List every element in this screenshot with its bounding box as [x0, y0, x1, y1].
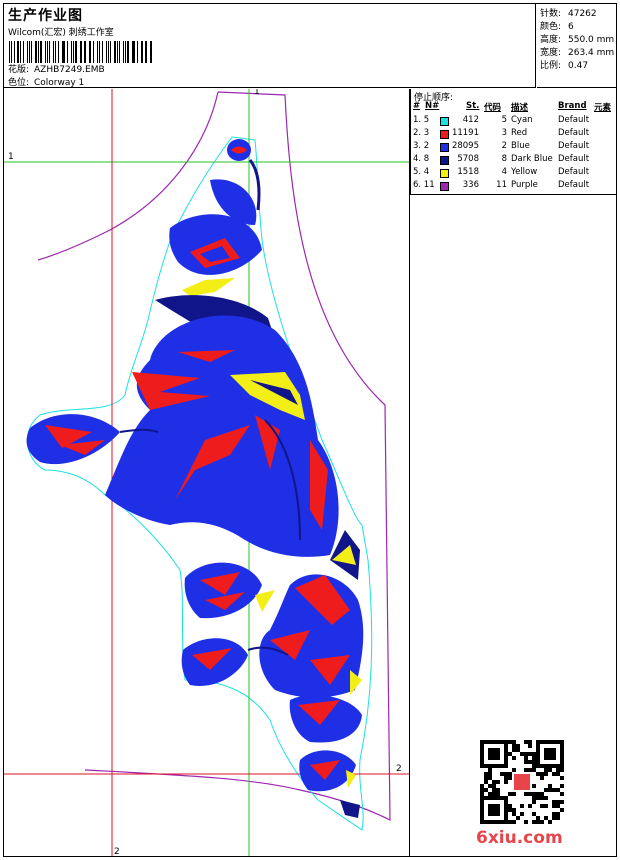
row-index: 5. 4 — [413, 167, 430, 177]
design-preview: 1 1 2 2 — [4, 89, 410, 856]
embroidery-drawing — [4, 89, 409, 856]
color-swatch — [440, 182, 449, 191]
row-index: 4. 8 — [413, 154, 430, 164]
sequence-row: 2. 3 11191 3 Red Default — [411, 128, 618, 141]
color-sequence-table: 停止顺序: # N# St. 代码 描述 Brand 元素 1. 5 412 5 Cy… — [410, 89, 617, 195]
row-code: 3 — [501, 128, 507, 138]
design-label: 花版: — [8, 65, 30, 75]
row-brand: Default — [558, 115, 590, 125]
stat-colors: 颜色: 6 — [540, 22, 574, 32]
row-code: 4 — [501, 167, 507, 177]
row-stitches: 28095 — [451, 141, 479, 151]
sequence-row: 6. 11 336 11 Purple Default — [411, 180, 618, 193]
row-brand: Default — [558, 167, 590, 177]
colorway-row: 色位: Colorway 1 — [8, 75, 84, 88]
page-title: 生产作业图 — [8, 8, 83, 24]
row-index: 3. 2 — [413, 141, 430, 151]
row-code: 8 — [501, 154, 507, 164]
row-stitches: 5708 — [457, 154, 479, 164]
header-info: 生产作业图 Wilcom(汇宏) 刺绣工作室 花版: AZHB7249.EMB 色… — [4, 4, 536, 88]
row-code: 2 — [501, 141, 507, 151]
stat-stitches: 针数: 47262 — [540, 9, 597, 19]
row-brand: Default — [558, 154, 590, 164]
flower-large — [105, 315, 339, 557]
design-file-row: 花版: AZHB7249.EMB — [8, 62, 105, 75]
design-file: AZHB7249.EMB — [34, 65, 105, 75]
guide-label-h1: 1 — [8, 152, 14, 162]
qr-code — [480, 740, 564, 824]
row-description: Purple — [511, 180, 538, 190]
row-description: Dark Blue — [511, 154, 553, 164]
colorway-name: Colorway 1 — [34, 78, 85, 88]
row-description: Cyan — [511, 115, 533, 125]
row-code: 5 — [501, 115, 507, 125]
row-stitches: 1518 — [457, 167, 479, 177]
sequence-row: 5. 4 1518 4 Yellow Default — [411, 167, 618, 180]
flower-middle-left — [184, 562, 275, 619]
barcode — [9, 41, 154, 63]
colorway-label: 色位: — [8, 78, 30, 88]
flower-lower-right — [289, 695, 362, 818]
color-swatch — [440, 130, 449, 139]
row-description: Yellow — [511, 167, 538, 177]
row-brand: Default — [558, 128, 590, 138]
watermark: 6xiu.com — [476, 828, 563, 848]
guide-label-h2: 2 — [396, 764, 402, 774]
flower-middle-right — [259, 574, 364, 698]
row-stitches: 412 — [462, 115, 479, 125]
sequence-row: 3. 2 28095 2 Blue Default — [411, 141, 618, 154]
stat-height: 高度: 550.0 mm — [540, 35, 615, 45]
leaf-upper — [169, 179, 262, 296]
row-code: 11 — [496, 180, 507, 190]
row-index: 1. 5 — [413, 115, 430, 125]
color-swatch — [440, 156, 449, 165]
color-swatch — [440, 143, 449, 152]
color-swatch — [440, 169, 449, 178]
stat-width: 宽度: 263.4 mm — [540, 48, 615, 58]
row-brand: Default — [558, 180, 590, 190]
design-stats: 针数: 47262 颜色: 6 高度: 550.0 mm 宽度: 263.4 mm 比例… — [537, 4, 617, 88]
row-index: 2. 3 — [413, 128, 430, 138]
row-stitches: 336 — [462, 180, 479, 190]
row-brand: Default — [558, 141, 590, 151]
row-description: Blue — [511, 141, 530, 151]
sequence-header: # N# St. 代码 描述 Brand 元素 — [413, 101, 612, 113]
company-name: Wilcom(汇宏) 刺绣工作室 — [8, 28, 114, 38]
row-description: Red — [511, 128, 528, 138]
guide-label-v2: 2 — [114, 847, 120, 856]
sequence-row: 1. 5 412 5 Cyan Default — [411, 115, 618, 128]
row-index: 6. 11 — [413, 180, 435, 190]
row-stitches: 11191 — [451, 128, 479, 138]
stat-scale: 比例: 0.47 — [540, 61, 589, 71]
sequence-row: 4. 8 5708 8 Dark Blue Default — [411, 154, 618, 167]
color-swatch — [440, 117, 449, 126]
guide-label-v1: 1 — [254, 89, 260, 97]
